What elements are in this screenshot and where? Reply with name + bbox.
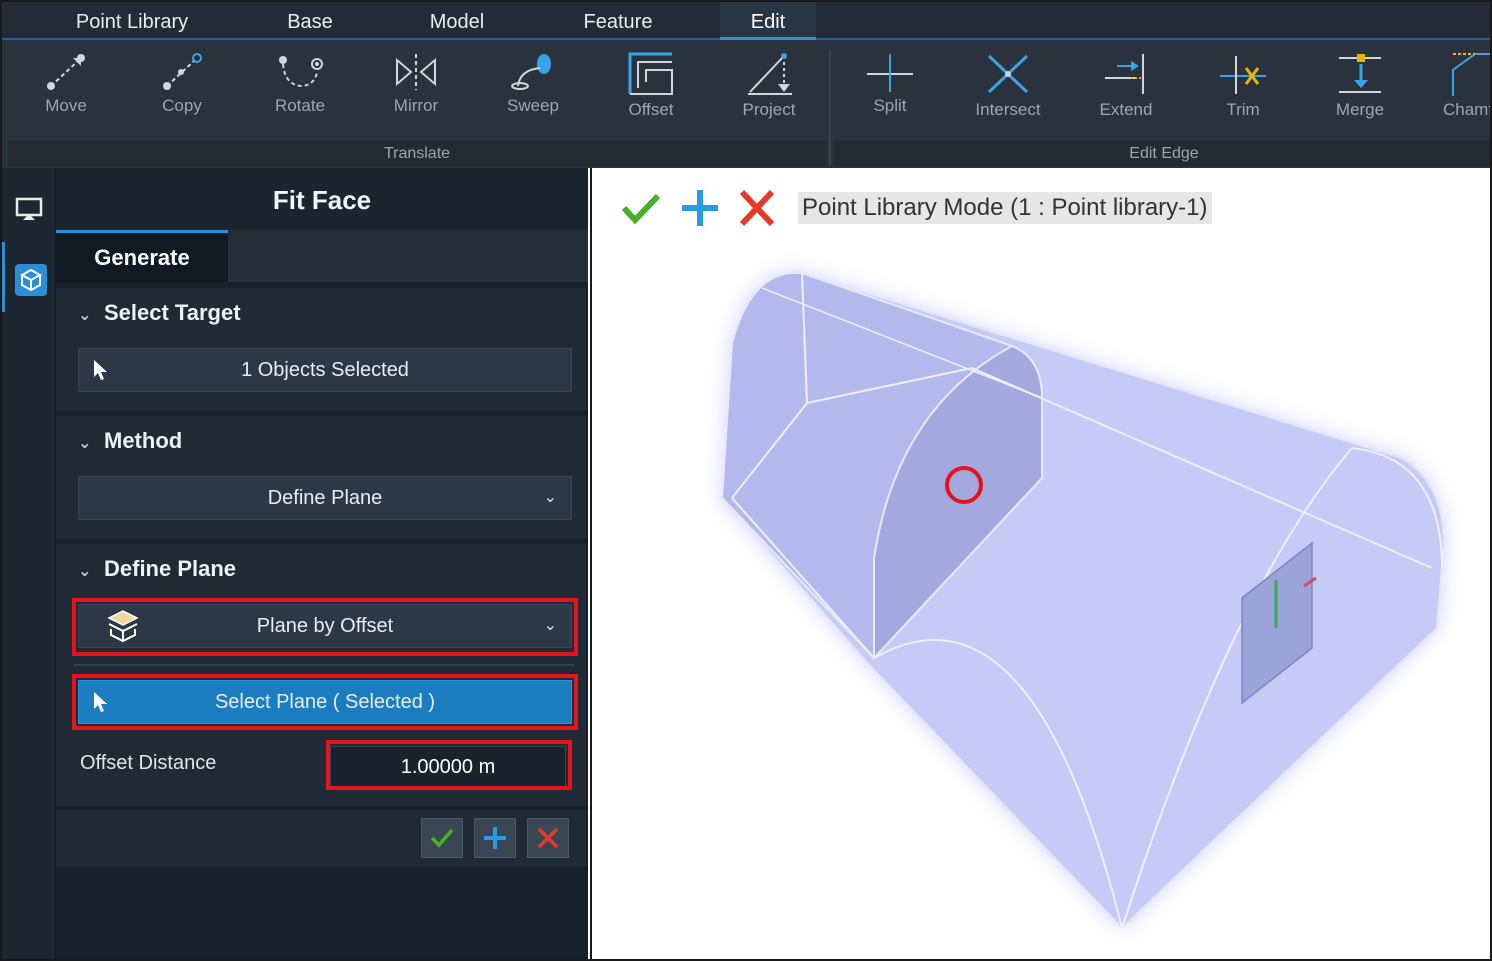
tool-label: Extend — [1099, 100, 1153, 119]
rotate-icon — [279, 56, 323, 88]
left-rail — [2, 168, 56, 959]
tunnel-model[interactable] — [592, 168, 1492, 961]
intersect-icon — [987, 54, 1029, 94]
tool-label: Trim — [1226, 100, 1260, 119]
chevron-down-icon: ⌄ — [543, 489, 557, 506]
section-title: Select Target — [104, 300, 241, 325]
cancel-button[interactable] — [527, 818, 569, 858]
merge-icon — [1339, 54, 1381, 93]
tool-label: Move — [45, 96, 87, 115]
apply-button[interactable] — [474, 818, 516, 858]
ribbon-separator — [829, 50, 831, 165]
section-title: Define Plane — [104, 556, 237, 581]
rail-model-button[interactable] — [2, 242, 56, 312]
section-select-target: ⌄ Select Target 1 Objects Selected — [56, 288, 586, 410]
sweep-icon — [511, 54, 551, 90]
sweep-button[interactable]: Sweep — [483, 52, 583, 132]
tool-label: Mirror — [393, 96, 439, 115]
method-value: Define Plane — [267, 487, 383, 509]
tool-label: Sweep — [507, 96, 559, 115]
move-button[interactable]: Move — [16, 52, 116, 132]
ribbon-group-translate: Translate — [8, 141, 826, 166]
tab-base[interactable]: Base — [260, 2, 360, 40]
merge-button[interactable]: Merge — [1310, 52, 1410, 132]
highlight-plane-type — [72, 598, 578, 656]
tab-edit[interactable]: Edit — [720, 2, 816, 40]
offset-button[interactable]: Offset — [601, 52, 701, 132]
mirror-button[interactable]: Mirror — [366, 52, 466, 132]
section-header-method[interactable]: ⌄ Method — [78, 428, 182, 454]
tab-point-library[interactable]: Point Library — [54, 2, 210, 40]
rotate-button[interactable]: Rotate — [250, 52, 350, 132]
move-icon — [47, 54, 85, 90]
extend-button[interactable]: Extend — [1076, 52, 1176, 132]
split-button[interactable]: Split — [840, 52, 940, 132]
app-window: Point Library Base Model Feature Edit Mo… — [0, 0, 1492, 961]
select-target-button[interactable]: 1 Objects Selected — [78, 348, 572, 392]
plus-icon — [484, 827, 506, 849]
method-dropdown[interactable]: Define Plane ⌄ — [78, 476, 572, 520]
tab-generate[interactable]: Generate — [56, 230, 228, 282]
panel-tabstrip: Generate — [56, 230, 588, 282]
tool-label: Offset — [628, 100, 674, 119]
copy-icon — [163, 53, 202, 90]
divider — [74, 664, 574, 666]
tool-label: Split — [873, 96, 907, 115]
apply-ok-button[interactable] — [421, 818, 463, 858]
rail-view-button[interactable] — [2, 172, 56, 242]
fit-face-panel: Fit Face Generate ⌄ Select Target 1 Objec… — [56, 168, 588, 959]
tool-label: Rotate — [274, 96, 326, 115]
3d-viewport[interactable]: Point Library Mode (1 : Point library-1) — [590, 168, 1492, 961]
cube-icon — [15, 264, 47, 296]
menu-bar: Point Library Base Model Feature Edit — [2, 2, 1490, 40]
offset-distance-label: Offset Distance — [80, 752, 217, 774]
chevron-down-icon: ⌄ — [78, 435, 92, 452]
tool-label: Merge — [1335, 100, 1385, 119]
section-header-select-target[interactable]: ⌄ Select Target — [78, 300, 241, 326]
trim-button[interactable]: Trim — [1193, 52, 1293, 132]
section-title: Method — [104, 428, 183, 453]
tab-feature[interactable]: Feature — [562, 2, 674, 40]
extend-icon — [1105, 54, 1144, 94]
check-icon — [430, 828, 454, 848]
tool-label: Copy — [162, 96, 202, 115]
intersect-button[interactable]: Intersect — [958, 52, 1058, 132]
section-header-define-plane[interactable]: ⌄ Define Plane — [78, 556, 236, 582]
select-target-value: 1 Objects Selected — [241, 359, 409, 381]
highlight-offset-distance — [326, 740, 572, 790]
section-method: ⌄ Method Define Plane ⌄ — [56, 416, 586, 538]
highlight-select-plane — [72, 674, 578, 730]
chamfer-button[interactable]: Chamf — [1427, 52, 1492, 132]
cursor-arrow-icon — [94, 360, 107, 380]
offset-icon — [628, 52, 673, 95]
chevron-down-icon: ⌄ — [78, 563, 92, 580]
chevron-down-icon: ⌄ — [78, 307, 92, 324]
mirror-icon — [396, 54, 436, 90]
tab-model[interactable]: Model — [407, 2, 507, 40]
tool-label: Chamf — [1443, 100, 1492, 119]
tool-label: Project — [742, 100, 796, 119]
chamfer-icon — [1452, 53, 1490, 96]
split-icon — [867, 54, 913, 92]
project-button[interactable]: Project — [719, 52, 819, 132]
copy-button[interactable]: Copy — [132, 52, 232, 132]
close-icon — [537, 827, 559, 849]
trim-icon — [1220, 56, 1266, 94]
ribbon-group-edit-edge: Edit Edge — [834, 141, 1490, 166]
ribbon-toolbar: Move Copy Rotate Mirror Sweep Offset Pro… — [2, 40, 1492, 168]
panel-title: Fit Face — [56, 168, 588, 230]
project-icon — [748, 53, 792, 95]
monitor-icon — [15, 197, 43, 220]
tool-label: Intersect — [975, 100, 1041, 119]
